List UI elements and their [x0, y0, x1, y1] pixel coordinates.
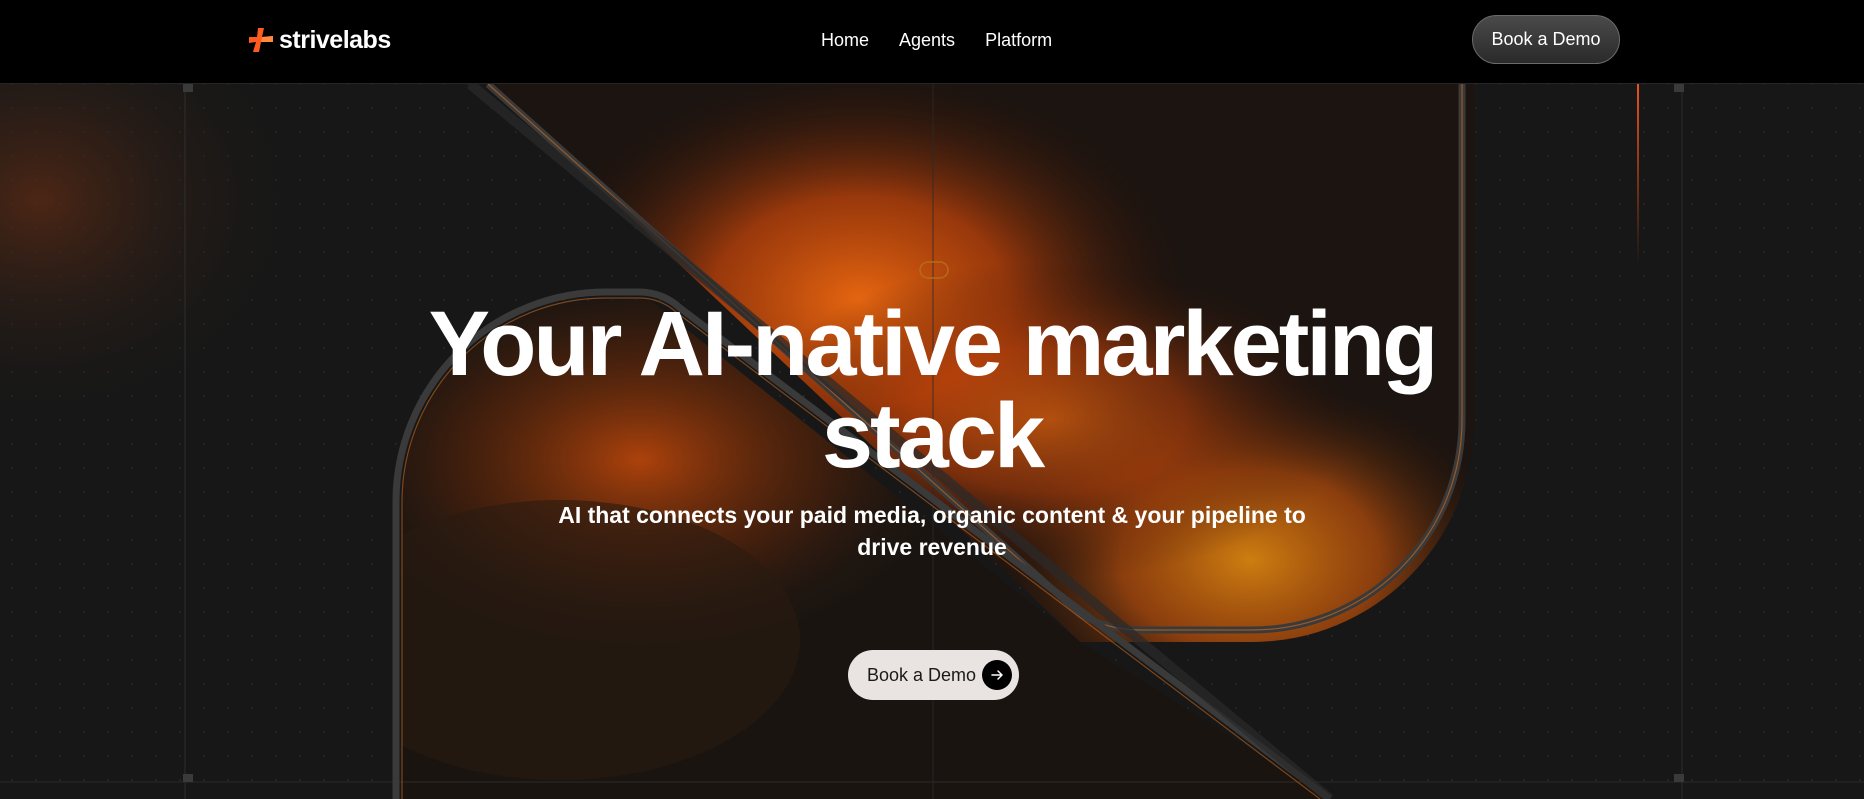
nav-links: Home Agents Platform — [821, 28, 1052, 52]
top-navigation: strivelabs Home Agents Platform Book a D… — [0, 0, 1864, 84]
brand-logo[interactable]: strivelabs — [247, 25, 391, 55]
nav-link-platform[interactable]: Platform — [985, 28, 1052, 52]
nav-link-home[interactable]: Home — [821, 28, 869, 52]
hero-section: Your AI-native marketing stack AI that c… — [0, 84, 1864, 799]
nav-book-demo-button[interactable]: Book a Demo — [1472, 15, 1620, 64]
hero-headline: Your AI-native marketing stack — [428, 293, 1439, 487]
logo-mark-icon — [249, 28, 273, 52]
hero-book-demo-button[interactable]: Book a Demo — [848, 650, 1019, 700]
landing-page: strivelabs Home Agents Platform Book a D… — [0, 0, 1864, 799]
arrow-right-icon — [982, 660, 1012, 690]
nav-link-agents[interactable]: Agents — [899, 28, 955, 52]
hero-subheadline: AI that connects your paid media, organi… — [558, 502, 1306, 560]
brand-name: strivelabs — [279, 26, 391, 54]
hero-cta-label: Book a Demo — [867, 665, 977, 685]
